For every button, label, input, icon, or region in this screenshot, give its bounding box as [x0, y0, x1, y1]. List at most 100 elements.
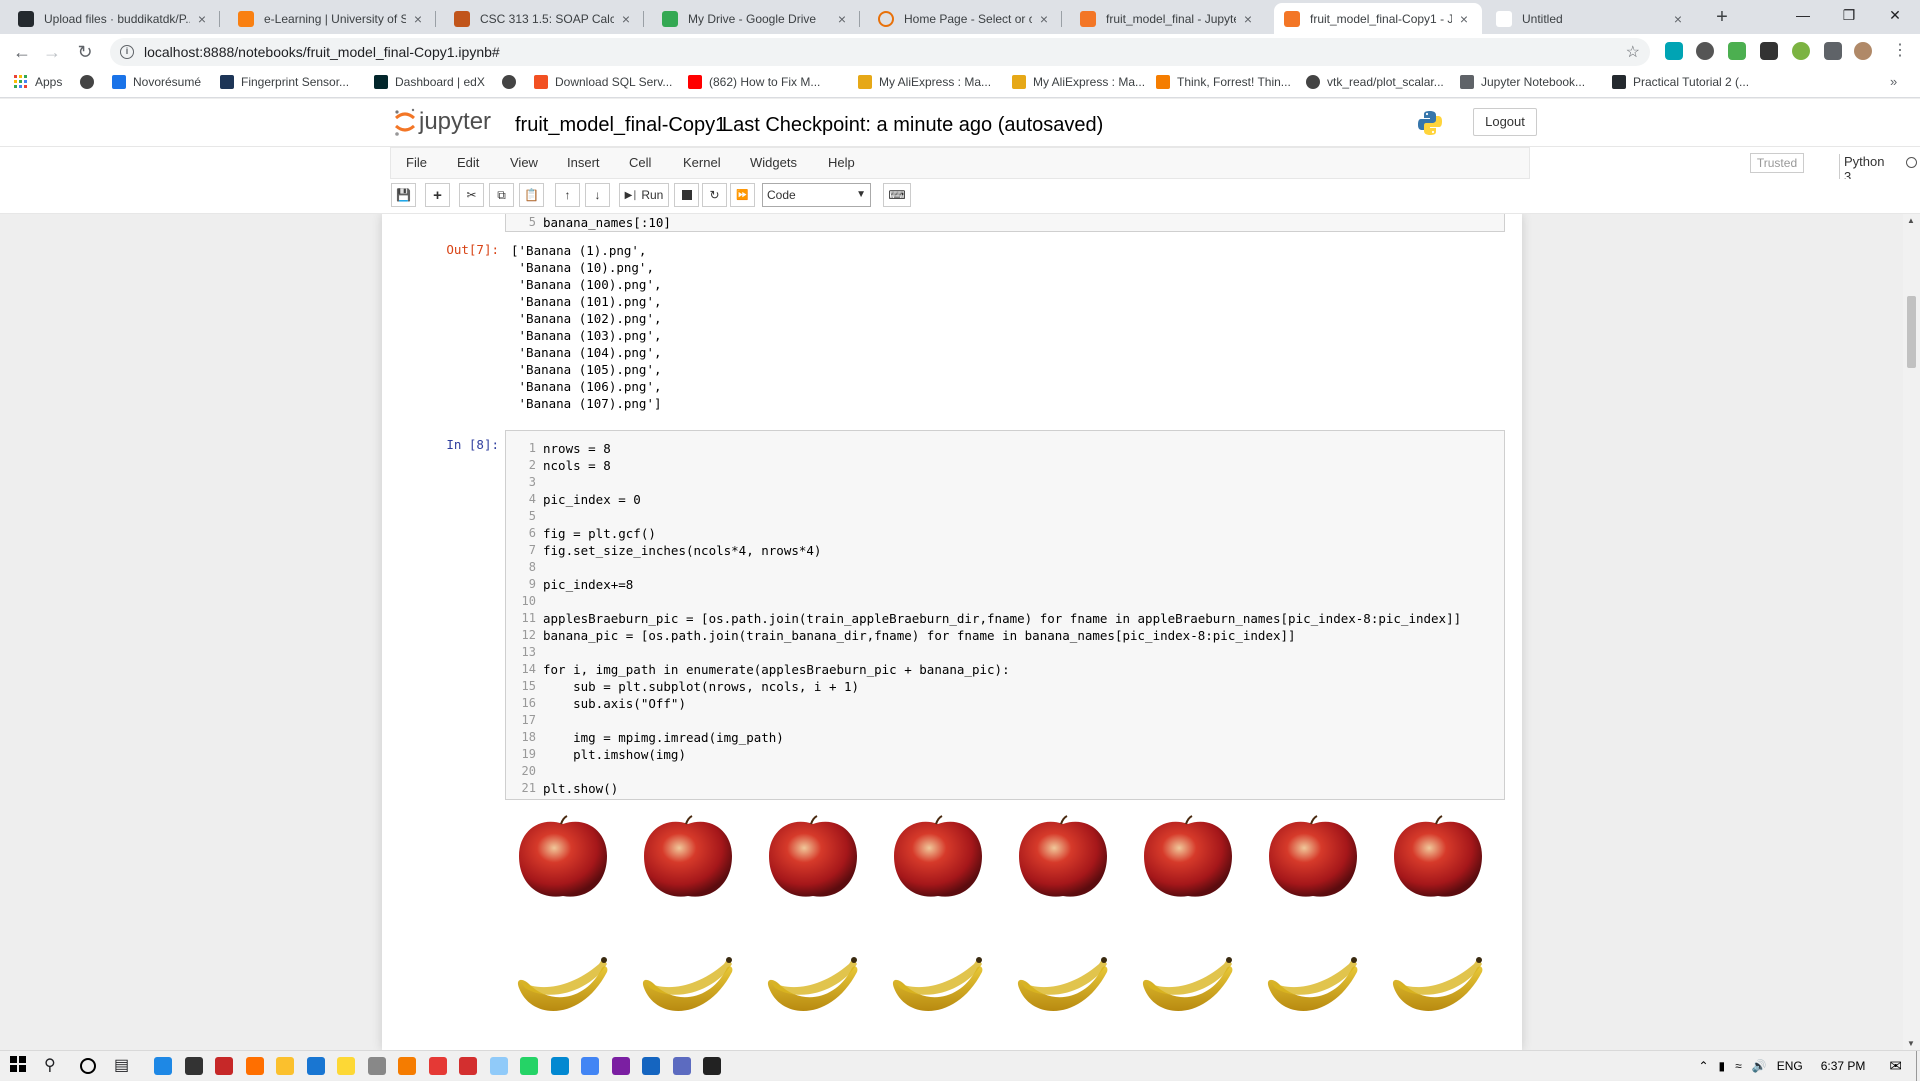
menu-cell[interactable]: Cell [629, 155, 651, 170]
bookmark-item[interactable] [502, 75, 523, 89]
close-tab-icon[interactable]: × [194, 11, 210, 27]
taskbar-app-icon[interactable] [703, 1057, 721, 1075]
language-indicator[interactable]: ENG [1777, 1059, 1803, 1073]
close-tab-icon[interactable]: × [834, 11, 850, 27]
browser-tab[interactable]: Upload files · buddikatdk/P... × [8, 3, 220, 34]
windows-start-icon[interactable] [10, 1056, 30, 1076]
taskbar-app-icon[interactable] [154, 1057, 172, 1075]
browser-tab[interactable]: fruit_model_final-Copy1 - Ju... × [1274, 3, 1482, 34]
interrupt-icon[interactable] [674, 183, 699, 207]
chevron-up-icon[interactable]: ⌃ [1698, 1059, 1708, 1073]
close-tab-icon[interactable]: × [1456, 11, 1472, 27]
forward-icon[interactable]: → [40, 40, 64, 64]
address-bar[interactable]: i localhost:8888/notebooks/fruit_model_f… [110, 38, 1650, 66]
menu-insert[interactable]: Insert [567, 155, 600, 170]
bookmark-item[interactable]: (862) How to Fix M... [688, 75, 820, 89]
extensions-puzzle-icon[interactable] [1824, 42, 1842, 60]
task-view-icon[interactable]: ▤ [114, 1056, 134, 1076]
menu-widgets[interactable]: Widgets [750, 155, 797, 170]
more-bookmarks-icon[interactable]: » [1890, 74, 1897, 89]
maximize-button[interactable]: ❐ [1826, 0, 1872, 32]
bookmark-item[interactable]: vtk_read/plot_scalar... [1306, 75, 1444, 89]
extension-icon[interactable] [1760, 42, 1778, 60]
browser-tab[interactable]: fruit_model_final - Jupyter N... × [1070, 3, 1266, 34]
copy-icon[interactable]: ⧉ [489, 183, 514, 207]
bookmark-item[interactable]: Apps [14, 75, 62, 89]
menu-view[interactable]: View [510, 155, 538, 170]
wifi-icon[interactable]: ≈ [1735, 1059, 1742, 1073]
taskbar-app-icon[interactable] [459, 1057, 477, 1075]
close-tab-icon[interactable]: × [410, 11, 426, 27]
bookmark-item[interactable]: My AliExpress : Ma... [1012, 75, 1145, 89]
taskbar-app-icon[interactable] [245, 1057, 264, 1075]
reload-icon[interactable]: ↻ [73, 40, 97, 64]
move-up-icon[interactable]: ↑ [555, 183, 580, 207]
menu-file[interactable]: File [406, 155, 427, 170]
bookmark-item[interactable]: My AliExpress : Ma... [858, 75, 991, 89]
close-tab-icon[interactable]: × [1036, 11, 1052, 27]
menu-help[interactable]: Help [828, 155, 855, 170]
previous-cell-input[interactable]: 5 banana_names[:10] [505, 214, 1505, 232]
move-down-icon[interactable]: ↓ [585, 183, 610, 207]
show-desktop-button[interactable] [1916, 1051, 1920, 1081]
taskbar-app-icon[interactable] [672, 1057, 691, 1075]
notifications-icon[interactable]: ✉ [1889, 1057, 1902, 1075]
logout-button[interactable]: Logout [1473, 108, 1537, 136]
taskbar-app-icon[interactable] [550, 1057, 569, 1075]
browser-tab[interactable]: Home Page - Select or creat... × [868, 3, 1062, 34]
volume-icon[interactable]: 🔊 [1752, 1059, 1767, 1073]
cut-icon[interactable]: ✂ [459, 183, 484, 207]
chrome-menu-icon[interactable]: ⋮ [1892, 40, 1908, 60]
jupyter-logo[interactable]: jupyter [393, 107, 491, 137]
notebook-name[interactable]: fruit_model_final-Copy1 [515, 114, 726, 137]
bookmark-item[interactable]: Practical Tutorial 2 (... [1612, 75, 1749, 89]
restart-run-all-icon[interactable]: ⏩ [730, 183, 755, 207]
bookmark-item[interactable]: Jupyter Notebook... [1460, 75, 1585, 89]
scroll-down-icon[interactable]: ▼ [1907, 1039, 1915, 1048]
bookmark-item[interactable]: Novorésumé [112, 75, 201, 89]
new-tab-button[interactable]: + [1710, 6, 1734, 30]
bookmark-star-icon[interactable]: ☆ [1626, 42, 1640, 62]
menu-edit[interactable]: Edit [457, 155, 479, 170]
download-extension-icon[interactable] [1728, 42, 1746, 60]
bookmark-item[interactable] [80, 75, 101, 89]
bookmark-item[interactable]: Download SQL Serv... [534, 75, 672, 89]
minimize-button[interactable]: — [1780, 0, 1826, 32]
menu-kernel[interactable]: Kernel [683, 155, 721, 170]
scroll-up-icon[interactable]: ▲ [1907, 216, 1915, 225]
browser-tab[interactable]: Untitled × [1486, 3, 1696, 34]
taskbar-app-icon[interactable] [184, 1057, 203, 1075]
close-tab-icon[interactable]: × [618, 11, 634, 27]
taskbar-app-icon[interactable] [367, 1057, 386, 1075]
insert-cell-icon[interactable]: + [425, 183, 450, 207]
close-window-button[interactable]: ✕ [1872, 0, 1918, 32]
taskbar-app-icon[interactable] [520, 1057, 538, 1075]
extension-icon[interactable] [1792, 42, 1810, 60]
cell-type-select[interactable]: Code ▼ [762, 183, 871, 207]
trusted-badge[interactable]: Trusted [1750, 153, 1804, 173]
browser-tab[interactable]: My Drive - Google Drive × [652, 3, 860, 34]
clock[interactable]: 6:37 PM [1821, 1059, 1866, 1073]
bookmark-item[interactable]: Think, Forrest! Thin... [1156, 75, 1291, 89]
run-button[interactable]: ▶∣ Run [619, 183, 669, 207]
taskbar-app-icon[interactable] [276, 1057, 294, 1075]
close-tab-icon[interactable]: × [1240, 11, 1256, 27]
restart-icon[interactable]: ↻ [702, 183, 727, 207]
extension-icon[interactable] [1665, 42, 1683, 60]
site-info-icon[interactable]: i [120, 45, 134, 59]
bookmark-item[interactable]: Dashboard | edX [374, 75, 485, 89]
keyboard-icon[interactable]: ⌨ [883, 183, 911, 207]
scrollbar-thumb[interactable] [1907, 296, 1916, 368]
taskbar-app-icon[interactable] [428, 1057, 447, 1075]
taskbar-app-icon[interactable] [337, 1057, 355, 1075]
close-tab-icon[interactable]: × [1670, 11, 1686, 27]
taskbar-app-icon[interactable] [215, 1057, 233, 1075]
cortana-icon[interactable] [80, 1058, 96, 1074]
taskbar-app-icon[interactable] [306, 1057, 325, 1075]
battery-icon[interactable]: ▮ [1719, 1059, 1726, 1073]
code-cell-input[interactable]: 1 nrows = 8 2 ncols = 8 3 4 pic_index = 0 5 6 fig… [505, 430, 1505, 800]
browser-tab[interactable]: e-Learning | University of S... × [228, 3, 436, 34]
taskbar-app-icon[interactable] [398, 1057, 416, 1075]
search-icon[interactable]: ⚲ [44, 1056, 64, 1076]
taskbar-app-icon[interactable] [611, 1057, 630, 1075]
